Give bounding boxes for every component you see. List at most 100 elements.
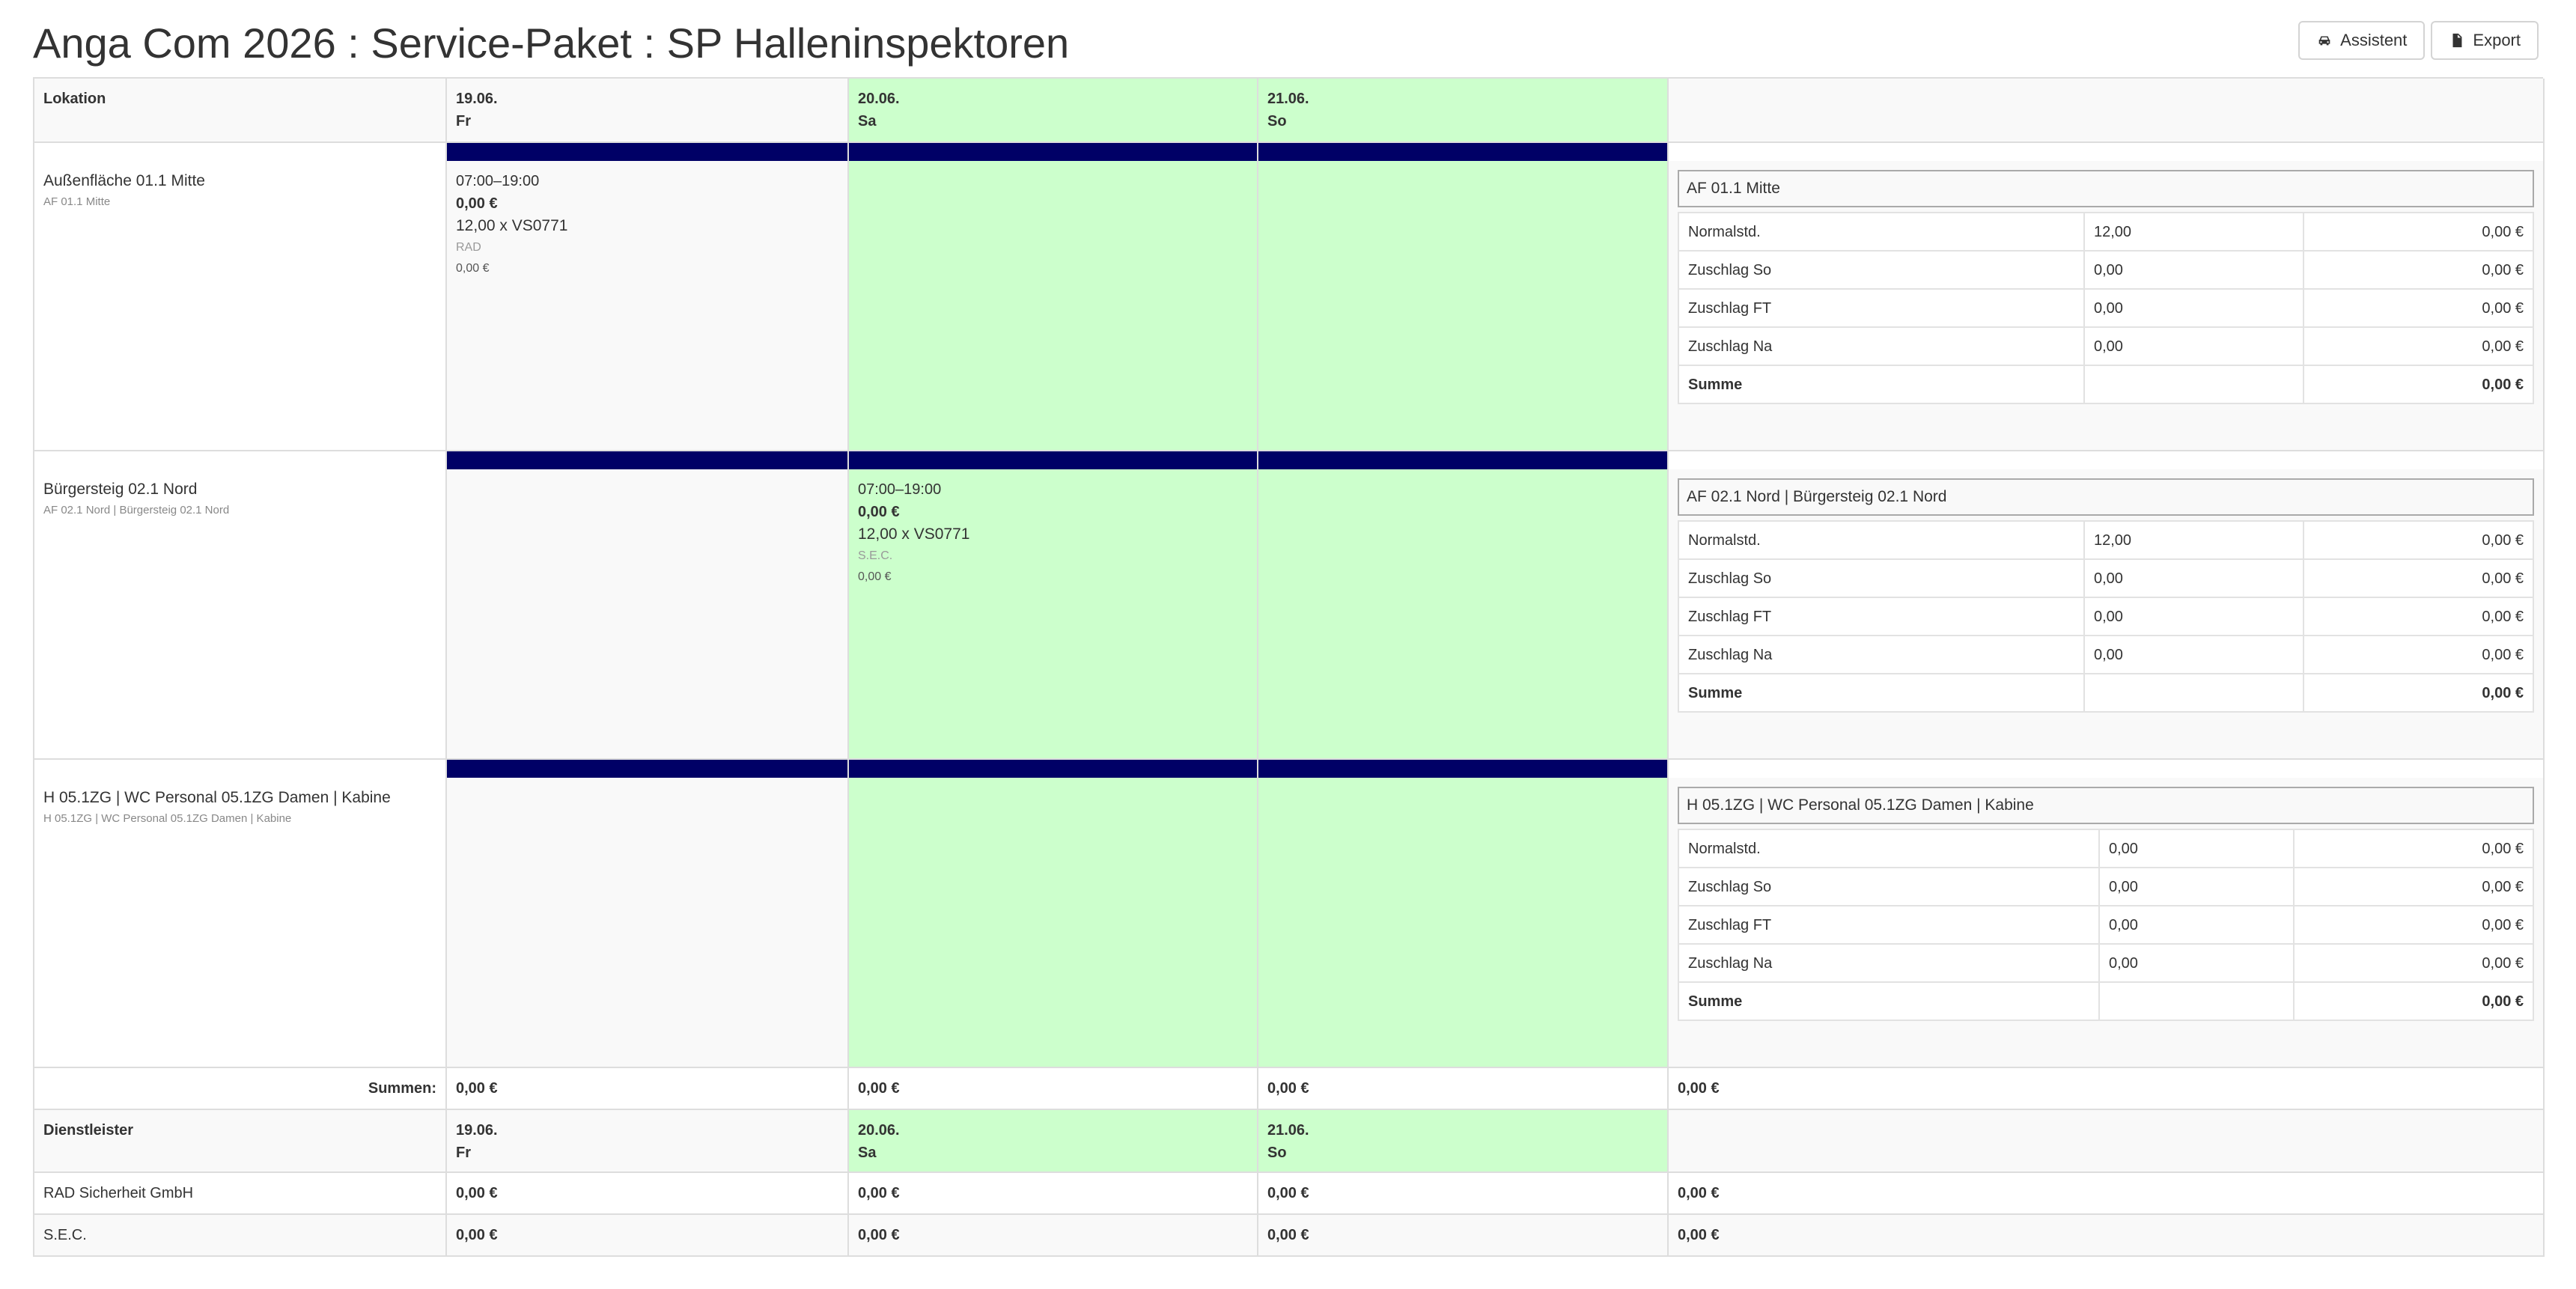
summary-amount: 0,00 € <box>2293 829 2534 868</box>
summary-row: Normalstd. 0,00 0,00 € <box>1678 829 2534 868</box>
summary-label: Zuschlag FT <box>1678 288 2085 328</box>
column-header-day-2: 20.06. Sa <box>849 79 1258 143</box>
sum-day-1: 0,00 € <box>447 1068 849 1110</box>
location-name: Bürgersteig 02.1 Nord <box>43 481 198 498</box>
shift-cell[interactable] <box>447 469 849 760</box>
shift-cell[interactable] <box>447 778 849 1068</box>
separator-bar <box>447 451 849 471</box>
separator-cell <box>1669 760 2545 779</box>
shift-amount: 0,00 € <box>858 570 892 583</box>
summary-row: Zuschlag FT 0,00 0,00 € <box>1678 288 2534 328</box>
provider-value: 0,00 € <box>447 1173 849 1215</box>
summary-amount: 0,00 € <box>2303 212 2534 252</box>
summary-table: Normalstd. 12,00 0,00 € Zuschlag So 0,00… <box>1678 212 2534 404</box>
summary-amount: 0,00 € <box>2303 520 2534 560</box>
summary-panel-title: AF 02.1 Nord | Bürgersteig 02.1 Nord <box>1678 478 2534 516</box>
summary-total: 0,00 € <box>2293 981 2534 1021</box>
separator-bar <box>447 760 849 779</box>
summary-amount: 0,00 € <box>2303 250 2534 290</box>
location-grid: Lokation 19.06. Fr 20.06. Sa 21.06. So A… <box>33 77 2545 1257</box>
separator-cell <box>34 143 447 162</box>
summary-qty: 0,00 <box>2098 943 2295 983</box>
shift-cell[interactable]: 07:00–19:00 0,00 € 12,00 x VS0771 S.E.C.… <box>849 469 1258 760</box>
summary-qty: 0,00 <box>2083 326 2304 366</box>
day-weekday: So <box>1267 113 1287 129</box>
summary-total-row: Summe 0,00 € <box>1678 981 2534 1021</box>
location-name: Außenfläche 01.1 Mitte <box>43 172 205 189</box>
column-header-day-3: 21.06. So <box>1258 79 1669 143</box>
summary-row: Zuschlag So 0,00 0,00 € <box>1678 867 2534 906</box>
separator-bar <box>849 451 1258 471</box>
summary-table: Normalstd. 0,00 0,00 € Zuschlag So 0,00 … <box>1678 829 2534 1021</box>
summary-total: 0,00 € <box>2303 673 2534 713</box>
summary-total-label: Summe <box>1678 981 2100 1021</box>
summary-amount: 0,00 € <box>2303 597 2534 636</box>
summary-label: Zuschlag Na <box>1678 635 2085 674</box>
day-date: 19.06. <box>456 91 498 107</box>
sums-label: Summen: <box>34 1068 447 1110</box>
summary-amount: 0,00 € <box>2293 905 2534 945</box>
separator-bar <box>1258 760 1669 779</box>
provider-header-day-1: 19.06. Fr <box>447 1110 849 1173</box>
shift-cell[interactable]: 07:00–19:00 0,00 € 12,00 x VS0771 RAD 0,… <box>447 161 849 451</box>
summary-panel: H 05.1ZG | WC Personal 05.1ZG Damen | Ka… <box>1669 778 2545 1068</box>
day-weekday: So <box>1267 1145 1287 1161</box>
summary-panel: AF 01.1 Mitte Normalstd. 12,00 0,00 € Zu… <box>1669 161 2545 451</box>
location-subtitle: AF 02.1 Nord | Bürgersteig 02.1 Nord <box>43 504 230 516</box>
summary-label: Zuschlag So <box>1678 867 2100 906</box>
export-button[interactable]: Export <box>2431 21 2539 60</box>
location-cell: Außenfläche 01.1 Mitte AF 01.1 Mitte <box>34 161 447 451</box>
summary-label: Zuschlag So <box>1678 250 2085 290</box>
assistant-button[interactable]: Assistent <box>2298 21 2426 60</box>
location-cell: H 05.1ZG | WC Personal 05.1ZG Damen | Ka… <box>34 778 447 1068</box>
sum-day-3: 0,00 € <box>1258 1068 1669 1110</box>
separator-bar <box>849 760 1258 779</box>
provider-value: 0,00 € <box>849 1215 1258 1257</box>
summary-label: Zuschlag Na <box>1678 943 2100 983</box>
summary-amount: 0,00 € <box>2303 558 2534 598</box>
summary-row: Normalstd. 12,00 0,00 € <box>1678 212 2534 252</box>
shift-cell[interactable] <box>1258 469 1669 760</box>
shift-provider: RAD <box>456 241 481 254</box>
separator-bar <box>849 143 1258 162</box>
provider-header-summary <box>1669 1110 2545 1173</box>
summary-qty: 12,00 <box>2083 520 2304 560</box>
summary-label: Zuschlag Na <box>1678 326 2085 366</box>
summary-label: Zuschlag So <box>1678 558 2085 598</box>
summary-row: Zuschlag Na 0,00 0,00 € <box>1678 326 2534 366</box>
separator-bar <box>447 143 849 162</box>
summary-row: Zuschlag Na 0,00 0,00 € <box>1678 635 2534 674</box>
day-date: 19.06. <box>456 1122 498 1139</box>
summary-table: Normalstd. 12,00 0,00 € Zuschlag So 0,00… <box>1678 520 2534 713</box>
summary-panel-title: H 05.1ZG | WC Personal 05.1ZG Damen | Ka… <box>1678 787 2534 824</box>
summary-qty: 0,00 <box>2083 288 2304 328</box>
page: Anga Com 2026 : Service-Paket : SP Halle… <box>0 0 2576 1289</box>
provider-name: RAD Sicherheit GmbH <box>34 1173 447 1215</box>
day-date: 20.06. <box>858 1122 900 1139</box>
shift-cell[interactable] <box>1258 161 1669 451</box>
summary-total-row: Summe 0,00 € <box>1678 365 2534 404</box>
provider-header-day-3: 21.06. So <box>1258 1110 1669 1173</box>
export-button-label: Export <box>2473 31 2521 49</box>
summary-amount: 0,00 € <box>2293 867 2534 906</box>
summary-qty: 0,00 <box>2098 829 2295 868</box>
shift-cell[interactable] <box>1258 778 1669 1068</box>
summary-qty: 0,00 <box>2083 635 2304 674</box>
shift-quantity: 12,00 x VS0771 <box>456 217 568 234</box>
day-date: 21.06. <box>1267 91 1309 107</box>
separator-cell <box>34 451 447 471</box>
day-weekday: Fr <box>456 1145 471 1161</box>
shift-cell[interactable] <box>849 778 1258 1068</box>
day-date: 21.06. <box>1267 1122 1309 1139</box>
shift-price: 0,00 € <box>456 195 498 212</box>
sum-total: 0,00 € <box>1669 1068 2545 1110</box>
shift-cell[interactable] <box>849 161 1258 451</box>
summary-qty: 0,00 <box>2083 558 2304 598</box>
summary-amount: 0,00 € <box>2293 943 2534 983</box>
summary-total-empty <box>2083 365 2304 404</box>
page-title: Anga Com 2026 : Service-Paket : SP Halle… <box>33 19 1070 67</box>
summary-amount: 0,00 € <box>2303 326 2534 366</box>
column-header-summary <box>1669 79 2545 143</box>
car-icon <box>2316 32 2333 49</box>
column-header-location: Lokation <box>34 79 447 143</box>
